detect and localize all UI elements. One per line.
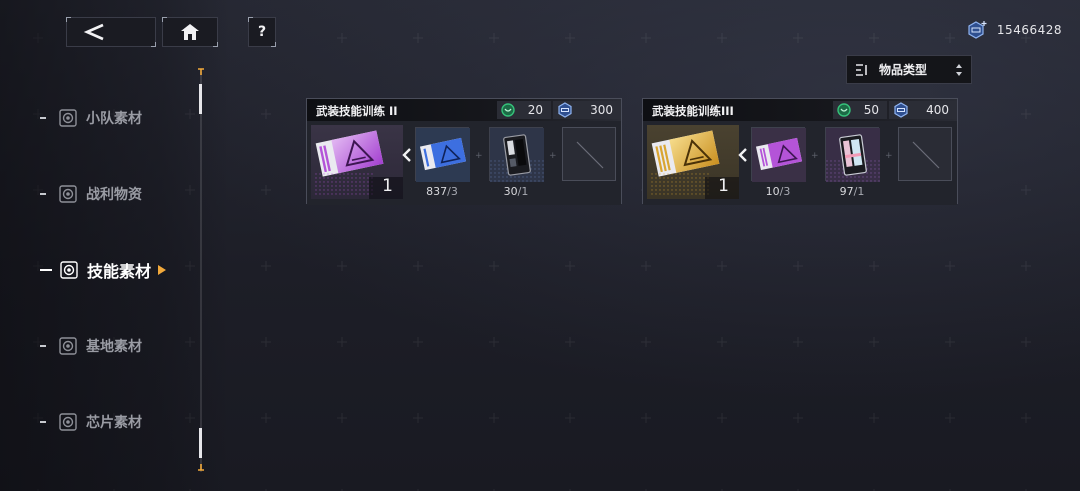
nav-label: 小队素材 <box>86 111 142 127</box>
cost-blue-value: 300 <box>590 103 613 117</box>
materials-icon <box>59 109 77 127</box>
skill-manual-purple-icon <box>752 128 806 182</box>
nav-dash <box>40 345 46 347</box>
card-body: 1 837/3 + 30/1 + <box>307 121 621 205</box>
scroll-cap-top-icon <box>198 68 204 75</box>
card-header: 武装技能训练 II 20 300 <box>307 99 621 121</box>
cost-green-value: 50 <box>863 103 879 117</box>
help-icon: ? <box>257 24 267 40</box>
material-owned: 30 <box>503 185 518 198</box>
empty-material-slot <box>562 127 616 181</box>
material-owned: 837 <box>426 185 448 198</box>
card-body: 1 10/3 + 97/1 + <box>643 121 957 205</box>
active-pointer-icon <box>158 265 167 275</box>
empty-slot-icon <box>912 141 940 169</box>
sort-icon <box>856 63 867 76</box>
material-count-1: 10/3 <box>751 185 805 198</box>
nav-item-base-materials[interactable]: 基地素材 <box>40 335 142 357</box>
help-button[interactable]: ? <box>248 17 276 47</box>
plus-separator: + <box>549 151 557 161</box>
nav-label: 技能素材 <box>87 262 152 281</box>
material-slot-2[interactable] <box>825 127 880 182</box>
pattern-dots <box>315 173 375 195</box>
scroll-cap-bottom-icon <box>198 464 204 471</box>
pattern-dots <box>651 173 711 195</box>
currency-chip-icon <box>968 21 987 39</box>
cost-blue: 300 <box>553 101 621 119</box>
materials-icon <box>59 185 77 203</box>
sort-arrows-icon <box>956 64 962 76</box>
result-qty: 1 <box>382 176 393 196</box>
plus-separator: + <box>885 151 893 161</box>
cost-green: 50 <box>833 101 887 119</box>
empty-slot-icon <box>576 141 604 169</box>
material-slot-1[interactable] <box>751 127 806 182</box>
materials-icon <box>59 413 77 431</box>
nav-scroll-thumb-bottom[interactable] <box>199 428 202 458</box>
craft-card-skill-training-3[interactable]: 武装技能训练III 50 400 1 10/3 + 97/1 + <box>642 98 958 205</box>
material-count-2: 30/1 <box>489 185 543 198</box>
chevron-left-icon <box>738 148 747 162</box>
material-required: /1 <box>853 185 865 198</box>
card-title: 武装技能训练 II <box>316 104 398 118</box>
back-button[interactable] <box>66 17 156 47</box>
material-required: /3 <box>779 185 791 198</box>
cost-blue: 400 <box>889 101 957 119</box>
nav-item-loot-supplies[interactable]: 战利物资 <box>40 183 142 205</box>
nav-item-squad-materials[interactable]: 小队素材 <box>40 107 142 129</box>
material-count-1: 837/3 <box>415 185 469 198</box>
crystal-battery-icon <box>826 128 880 182</box>
chevron-left-icon <box>402 148 411 162</box>
nav-dash <box>40 269 52 271</box>
materials-icon <box>60 261 78 279</box>
material-owned: 97 <box>839 185 854 198</box>
skill-manual-blue-icon <box>416 128 470 182</box>
material-required: /1 <box>517 185 529 198</box>
nav-label: 战利物资 <box>86 187 142 203</box>
result-qty: 1 <box>718 176 729 196</box>
cost-green-value: 20 <box>527 103 543 117</box>
nav-label: 芯片素材 <box>86 415 142 431</box>
green-token-icon <box>837 103 851 117</box>
card-header: 武装技能训练III 50 400 <box>643 99 957 121</box>
nav-scroll-thumb[interactable] <box>199 84 202 114</box>
cost-blue-value: 400 <box>926 103 949 117</box>
back-arrow-icon <box>83 23 104 41</box>
materials-icon <box>59 337 77 355</box>
empty-material-slot <box>898 127 952 181</box>
blue-chip-icon <box>558 102 572 118</box>
nav-dash <box>40 117 46 119</box>
battery-module-icon <box>490 128 544 182</box>
plus-separator: + <box>811 151 819 161</box>
craft-card-skill-training-2[interactable]: 武装技能训练 II 20 300 1 837/3 + 30/1 + <box>306 98 622 205</box>
material-owned: 10 <box>765 185 780 198</box>
home-button[interactable] <box>162 17 218 47</box>
nav-scrollbar[interactable] <box>200 72 202 472</box>
cost-green: 20 <box>497 101 551 119</box>
plus-separator: + <box>475 151 483 161</box>
nav-label: 基地素材 <box>86 339 142 355</box>
material-count-2: 97/1 <box>825 185 879 198</box>
card-title: 武装技能训练III <box>652 104 734 118</box>
material-slot-1[interactable] <box>415 127 470 182</box>
nav-item-skill-materials[interactable]: 技能素材 <box>40 259 167 281</box>
blue-chip-icon <box>894 102 908 118</box>
nav-dash <box>40 421 46 423</box>
nav-item-chip-materials[interactable]: 芯片素材 <box>40 411 142 433</box>
sort-filter-button[interactable]: 物品类型 <box>846 55 972 84</box>
result-item-slot[interactable]: 1 <box>311 125 403 199</box>
home-icon <box>181 24 199 40</box>
currency-value: 15466428 <box>996 23 1062 37</box>
currency-display: 15466428 <box>967 20 1062 40</box>
result-item-slot[interactable]: 1 <box>647 125 739 199</box>
sort-label: 物品类型 <box>879 63 928 77</box>
green-token-icon <box>501 103 515 117</box>
material-slot-2[interactable] <box>489 127 544 182</box>
material-required: /3 <box>447 185 458 198</box>
nav-dash <box>40 193 46 195</box>
